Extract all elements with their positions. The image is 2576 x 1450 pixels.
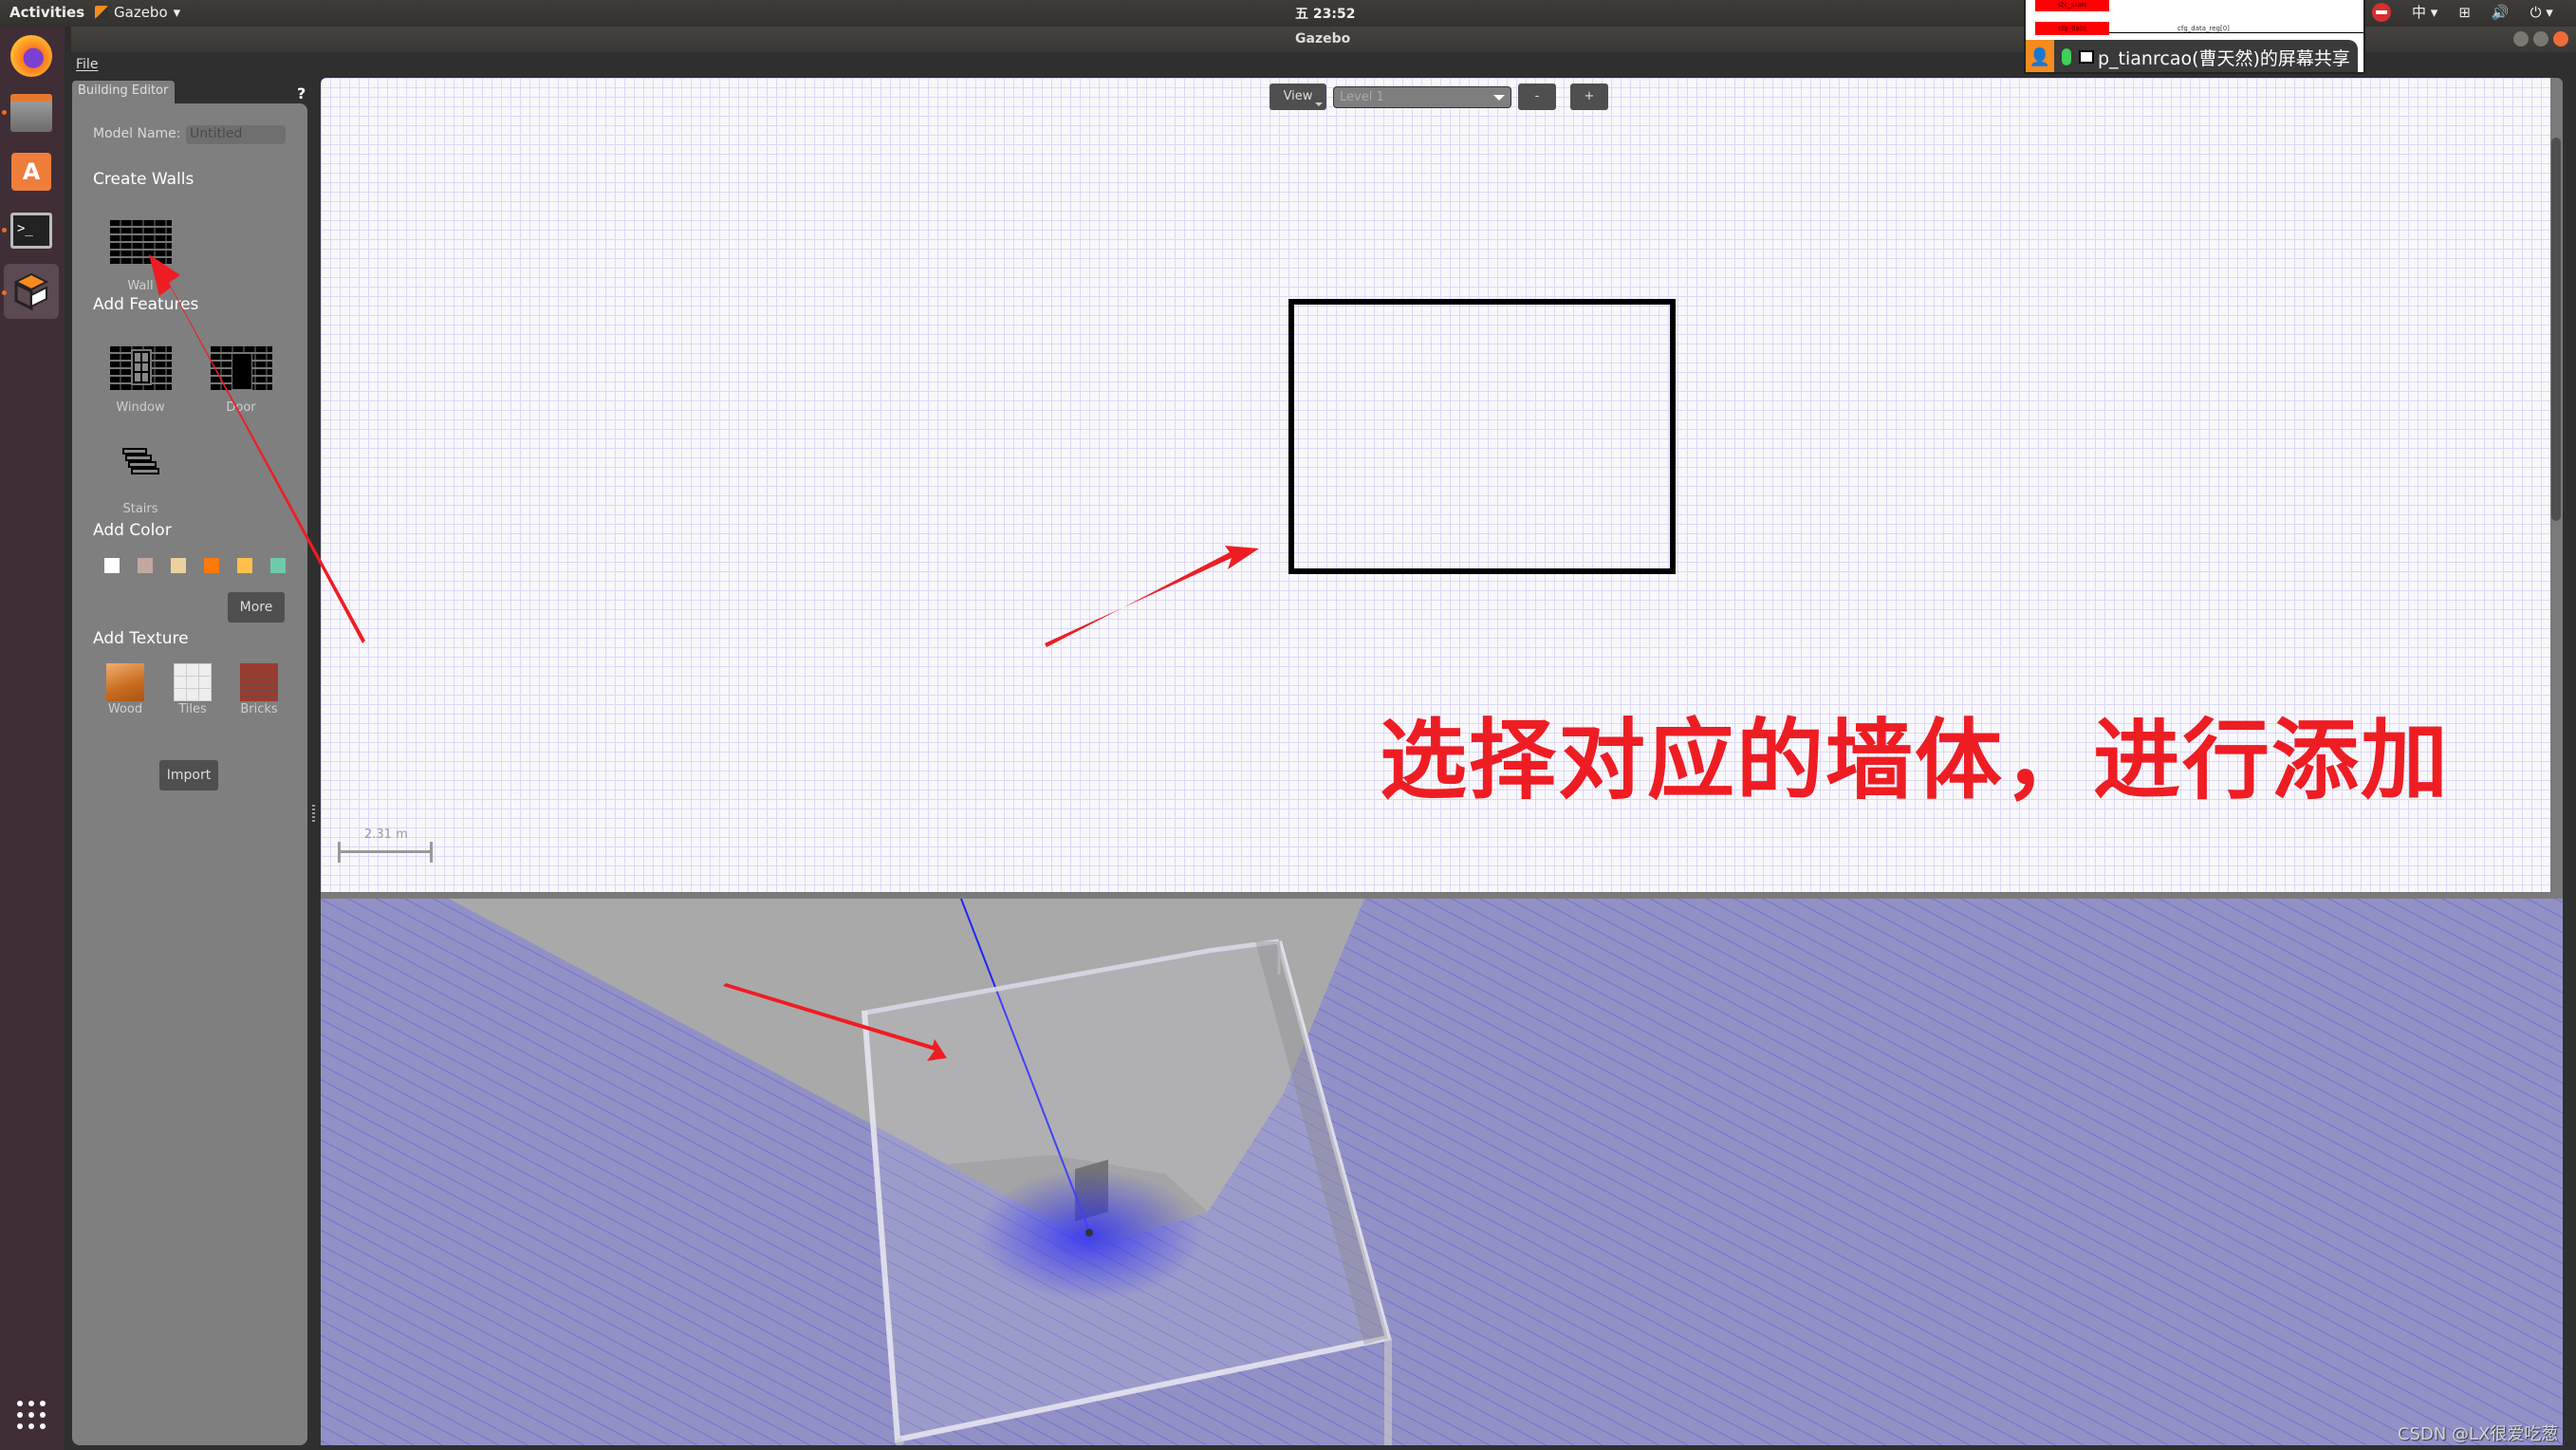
- user-icon: 👤: [2026, 40, 2054, 72]
- arrow-to-wall-outline: [1045, 546, 1259, 647]
- screen-icon: [2079, 50, 2094, 64]
- microphone-icon[interactable]: [2062, 48, 2071, 65]
- screen-share-popup[interactable]: i2c_start cfg_data cfg_data_reg[0] 👤 p_t…: [2024, 0, 2365, 74]
- screen-share-bar[interactable]: 👤 p_tianrcao(曹天然)的屏幕共享: [2026, 40, 2358, 72]
- annotation-overlay: [149, 254, 1259, 1061]
- desktop: Activities Gazebo ▾ 五 23:52 中 ▾ ⊞ 🔊 ⏻ ▾ …: [0, 0, 2576, 1450]
- arrow-to-wall-button: [149, 254, 365, 643]
- watermark: CSDN @LX很爱吃葱: [2398, 1424, 2559, 1444]
- arrow-to-wall-3d: [723, 983, 947, 1061]
- screen-share-label: p_tianrcao(曹天然)的屏幕共享: [2098, 47, 2350, 69]
